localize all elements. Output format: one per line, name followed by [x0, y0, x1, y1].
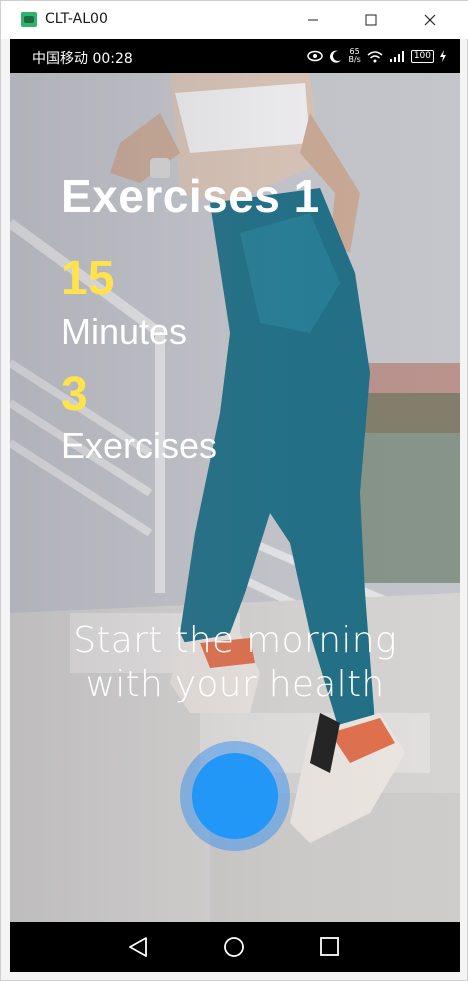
moon-icon — [330, 50, 342, 63]
back-button[interactable] — [126, 934, 152, 960]
desktop-edge — [1, 39, 10, 972]
window-title: CLT-AL00 — [45, 11, 108, 27]
tagline-line-1: Start the morning — [73, 620, 397, 661]
home-button[interactable] — [221, 934, 247, 960]
close-button[interactable] — [417, 7, 443, 33]
minutes-label: Minutes — [61, 311, 188, 352]
minutes-value: 15 — [61, 252, 115, 305]
minimize-icon — [308, 19, 318, 21]
minimize-button[interactable] — [300, 7, 326, 33]
net-speed: 65 B/s — [348, 48, 360, 64]
wifi-icon — [367, 50, 383, 62]
app-logo-icon — [21, 12, 37, 27]
recent-apps-icon — [320, 937, 339, 956]
status-icons: 65 B/s 100 — [307, 46, 446, 66]
exercises-value: 3 — [61, 368, 88, 421]
status-bar: 中国移动 00:28 65 B/s 100 — [10, 39, 460, 73]
emulator-window: CLT-AL00 中国移动 00:28 65 B/s 100 Exercises… — [0, 0, 468, 981]
navigation-bar — [10, 922, 460, 972]
tagline: Start the morning with your health — [10, 619, 460, 707]
workout-title: Exercises 1 — [61, 170, 320, 222]
start-button[interactable] — [192, 753, 278, 839]
net-speed-unit: B/s — [348, 55, 361, 64]
exercises-label: Exercises — [61, 425, 218, 466]
app-screen: Exercises 1 15 Minutes 3 Exercises Start… — [10, 73, 460, 922]
home-icon — [224, 937, 244, 957]
phone-display: 中国移动 00:28 65 B/s 100 Exercises 1 15 Min… — [10, 39, 460, 972]
close-icon — [424, 14, 436, 26]
tagline-line-2: with your health — [85, 664, 385, 705]
recent-apps-button[interactable] — [317, 934, 343, 960]
battery-icon: 100 — [410, 49, 434, 63]
eye-icon — [307, 50, 324, 62]
maximize-icon — [365, 14, 377, 26]
back-icon — [129, 937, 147, 957]
signal-icon — [389, 50, 404, 62]
maximize-button[interactable] — [358, 7, 384, 33]
window-titlebar: CLT-AL00 — [1, 1, 468, 39]
carrier-time: 中国移动 00:28 — [32, 51, 133, 67]
charging-icon — [440, 50, 446, 62]
